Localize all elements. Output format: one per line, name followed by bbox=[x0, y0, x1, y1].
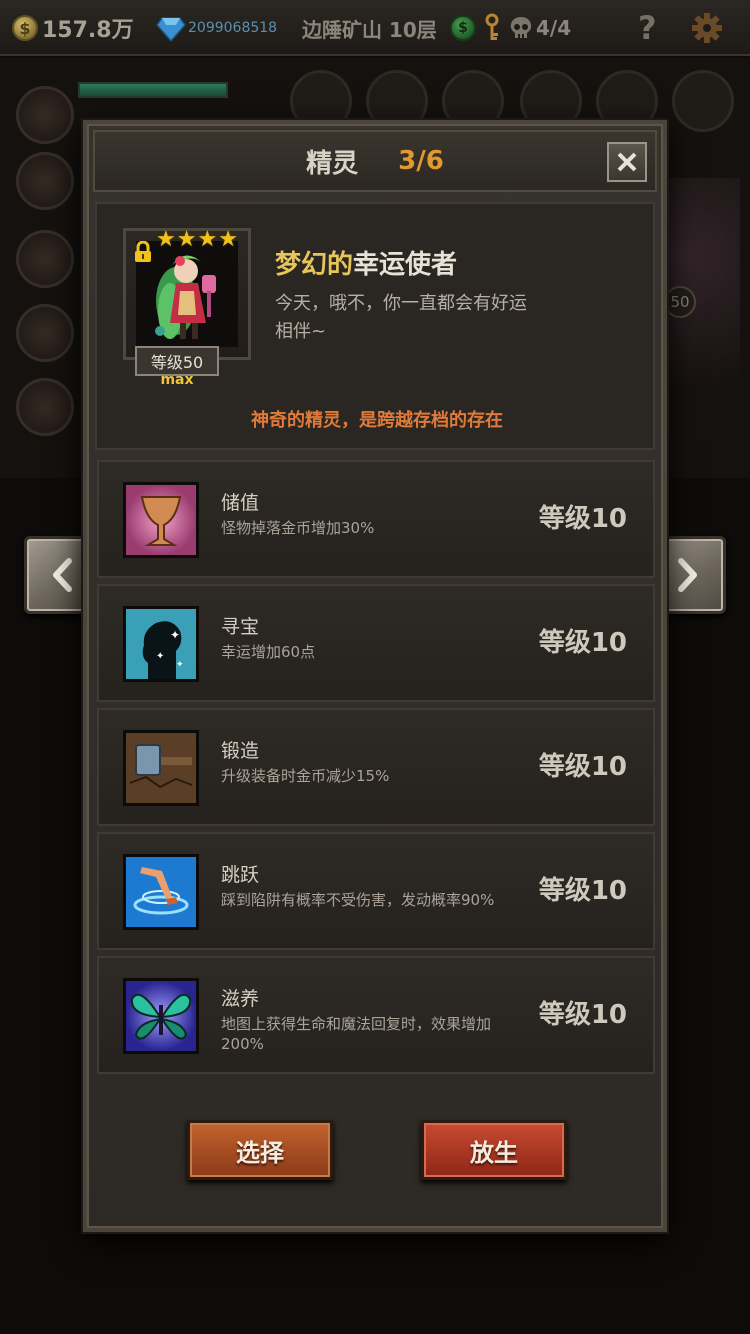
spirit-count: 3/6 bbox=[398, 146, 444, 176]
spirit-portrait-frame[interactable]: ★ ★ ★ ★ bbox=[123, 227, 251, 360]
skill-name: 滋养 bbox=[221, 988, 260, 1010]
skill-name: 锻造 bbox=[221, 740, 260, 762]
lock-icon bbox=[135, 241, 151, 262]
svg-text:✦: ✦ bbox=[156, 651, 164, 662]
gold-amount: 157.8万 bbox=[42, 18, 134, 43]
skill-name: 跳跃 bbox=[221, 864, 260, 886]
spirit-dialog: 精灵 3/6 ★ ★ ★ ★ 等级50 max 梦幻的幸运使者 今天，哦不，你一… bbox=[83, 120, 667, 1232]
dialog-title: 精灵 bbox=[306, 148, 359, 179]
gold-display: $ 157.8万 bbox=[12, 10, 134, 46]
skill-level: 等级10 bbox=[538, 628, 627, 658]
hammer-icon bbox=[126, 733, 196, 803]
green-coin-display: $ bbox=[450, 10, 476, 46]
skill-level: 等级10 bbox=[538, 752, 627, 782]
skill-row: ✦ ✦ ✦ 寻宝 幸运增加60点 等级10 bbox=[97, 584, 655, 702]
skill-icon-frame: ✦ ✦ ✦ bbox=[123, 606, 199, 682]
spirit-note: 神奇的精灵，是跨越存档的存在 bbox=[251, 410, 503, 431]
skull-icon bbox=[510, 17, 532, 38]
skill-description: 地图上获得生命和魔法回复时，效果增加200% bbox=[221, 1015, 492, 1053]
skill-level: 等级10 bbox=[538, 1000, 627, 1030]
rarity-stars: ★ ★ ★ ★ bbox=[156, 227, 238, 252]
chevron-left-icon bbox=[53, 558, 72, 592]
spirit-name: 梦幻的幸运使者 bbox=[275, 244, 457, 281]
help-icon: ? bbox=[638, 9, 657, 47]
skull-display: 4/4 bbox=[508, 10, 571, 46]
star-icon: ★ bbox=[176, 227, 197, 252]
close-icon bbox=[617, 152, 637, 172]
green-coin-icon: $ bbox=[450, 15, 476, 41]
spirit-info-panel: ★ ★ ★ ★ 等级50 max 梦幻的幸运使者 今天，哦不，你一直都会有好运相… bbox=[95, 202, 655, 450]
jump-leg-icon bbox=[126, 857, 196, 927]
skill-level: 等级10 bbox=[538, 876, 627, 906]
party-portrait bbox=[16, 378, 74, 436]
skull-count: 4/4 bbox=[536, 16, 572, 40]
skill-name: 寻宝 bbox=[221, 616, 260, 638]
skill-icon-frame bbox=[123, 482, 199, 558]
star-icon: ★ bbox=[197, 227, 218, 252]
gold-coin-icon: $ bbox=[12, 15, 38, 41]
skill-description: 幸运增加60点 bbox=[221, 643, 316, 661]
fairy-wings-icon bbox=[126, 981, 196, 1051]
spirit-max-label: max bbox=[160, 372, 194, 388]
spirit-description: 今天，哦不，你一直都会有好运相伴~ bbox=[275, 293, 527, 342]
skill-description: 升级装备时金币减少15% bbox=[221, 767, 390, 785]
skill-icon-frame bbox=[123, 854, 199, 930]
svg-text:✦: ✦ bbox=[170, 628, 180, 642]
floor-label: 边陲矿山 10层 bbox=[302, 17, 437, 42]
key-display bbox=[482, 10, 502, 46]
skill-row: 锻造 升级装备时金币减少15% 等级10 bbox=[97, 708, 655, 826]
gem-display: 2099068518 bbox=[156, 10, 277, 46]
chevron-right-icon bbox=[678, 558, 697, 592]
skill-icon-frame bbox=[123, 978, 199, 1054]
top-status-bar: $ 157.8万 2099068518 边陲矿山 10层 $ 4/4 ? bbox=[0, 0, 750, 56]
star-icon: ★ bbox=[218, 227, 238, 252]
party-portrait bbox=[16, 304, 74, 362]
gear-icon bbox=[692, 13, 722, 43]
skill-row: 滋养 地图上获得生命和魔法回复时，效果增加200% 等级10 bbox=[97, 956, 655, 1074]
hero-hp-bar bbox=[78, 82, 228, 98]
close-button[interactable] bbox=[607, 142, 647, 182]
background-level-badge: 50 bbox=[664, 286, 696, 318]
spirit-name-noun: 幸运使者 bbox=[353, 250, 458, 280]
settings-button[interactable] bbox=[690, 10, 724, 46]
gem-amount: 2099068518 bbox=[188, 20, 278, 36]
help-button[interactable]: ? bbox=[638, 9, 657, 47]
skill-icon-frame bbox=[123, 730, 199, 806]
star-icon: ★ bbox=[156, 227, 176, 252]
diamond-icon bbox=[156, 17, 186, 42]
release-button[interactable]: 放生 bbox=[421, 1120, 567, 1180]
svg-text:✦: ✦ bbox=[176, 660, 184, 670]
silhouette-stars-icon: ✦ ✦ ✦ bbox=[126, 609, 196, 679]
key-icon bbox=[485, 13, 499, 40]
select-button[interactable]: 选择 bbox=[187, 1120, 333, 1180]
party-portrait bbox=[16, 230, 74, 288]
dialog-header: 精灵 3/6 bbox=[93, 130, 657, 192]
spirit-name-adjective: 梦幻的 bbox=[275, 250, 354, 280]
item-slot bbox=[672, 70, 734, 132]
party-portrait bbox=[16, 86, 74, 144]
party-portrait bbox=[16, 152, 74, 210]
skill-row: 跳跃 踩到陷阱有概率不受伤害，发动概率90% 等级10 bbox=[97, 832, 655, 950]
skill-name: 储值 bbox=[221, 492, 260, 514]
skill-description: 踩到陷阱有概率不受伤害，发动概率90% bbox=[221, 891, 495, 909]
chalice-icon bbox=[126, 485, 196, 555]
skill-row: 储值 怪物掉落金币增加30% 等级10 bbox=[97, 460, 655, 578]
skill-description: 怪物掉落金币增加30% bbox=[221, 519, 375, 537]
floor-display: 边陲矿山 10层 bbox=[302, 10, 437, 46]
skill-level: 等级10 bbox=[538, 504, 627, 534]
